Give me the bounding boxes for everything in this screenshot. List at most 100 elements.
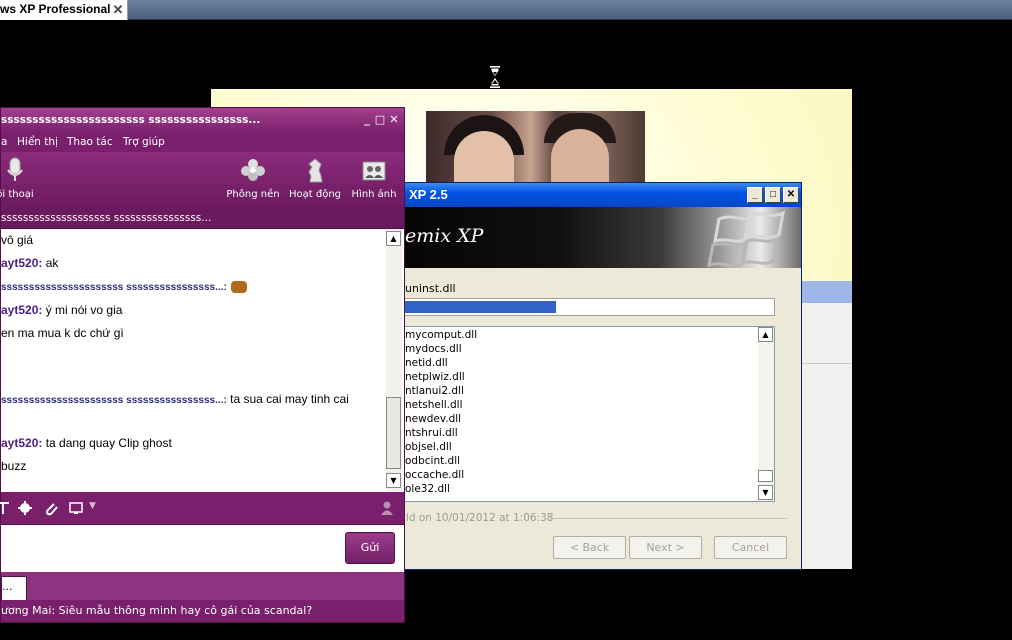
- menu-actions[interactable]: Thao tác: [67, 132, 113, 152]
- chat-text: ak: [42, 256, 59, 270]
- format-toolbar: ▼: [0, 492, 404, 524]
- conversation-header: ssssssssssssssssssss ssssssssssssssss...: [1, 208, 404, 228]
- emoticon-icon: [230, 280, 247, 293]
- messenger-titlebar[interactable]: sssssssssssssssssssssss ssssssssssssssss…: [1, 108, 404, 132]
- photos-button[interactable]: Hình ảnh: [346, 152, 402, 208]
- file-list[interactable]: mycomput.dll mydocs.dll netid.dll netplwiz.…: [403, 326, 775, 502]
- chat-message: ayt520: ý mi nói vo gia: [1, 303, 122, 317]
- file-list-scrollbar[interactable]: ▲ ▼: [758, 327, 774, 501]
- divider: [547, 518, 787, 519]
- voice-call-button[interactable]: ội thoại: [0, 152, 43, 208]
- chat-message: ssssssssssssssssssssss ssssssssssssssss.…: [1, 279, 247, 293]
- buzz-icon[interactable]: [17, 500, 33, 516]
- scroll-thumb[interactable]: [386, 397, 401, 469]
- flower-icon: [241, 159, 265, 181]
- contact-icon[interactable]: [379, 500, 395, 516]
- menu-item[interactable]: a: [1, 132, 7, 152]
- minimize-icon[interactable]: _: [361, 114, 373, 126]
- background-panel: [801, 303, 852, 569]
- chat-nickname: ayt520:: [1, 436, 43, 450]
- chat-message: buzz: [1, 459, 26, 473]
- chat-text: ý mi nói vo gia: [42, 303, 123, 317]
- file-list-item: netplwiz.dll: [405, 371, 465, 383]
- scroll-up-icon[interactable]: ▲: [758, 327, 773, 342]
- hourglass-icon: [490, 66, 500, 88]
- windows-logo-icon: [707, 210, 786, 267]
- chat-nickname: ssssssssssssssssssssss ssssssssssssssss.…: [1, 282, 227, 293]
- scroll-up-icon[interactable]: ▲: [386, 231, 401, 246]
- scroll-down-icon[interactable]: ▼: [758, 485, 773, 500]
- build-info: ild on 10/01/2012 at 1:06:38: [403, 512, 554, 524]
- vm-tab[interactable]: ws XP Professional ✕: [0, 0, 128, 20]
- maximize-icon[interactable]: □: [765, 187, 781, 203]
- chat-message: vô giá: [1, 233, 33, 247]
- send-button[interactable]: Gửi: [345, 532, 395, 564]
- menu-bar: a Hiển thị Thao tác Trợ giúp: [1, 132, 404, 152]
- menu-view[interactable]: Hiển thị: [17, 132, 58, 152]
- messenger-window: sssssssssssssssssssssss ssssssssssssssss…: [0, 107, 405, 623]
- photos-label: Hình ảnh: [351, 189, 397, 200]
- chat-text: en ma mua k dc chứ gì: [1, 326, 124, 340]
- background-bluebar: [801, 281, 852, 303]
- file-list-item: occache.dll: [405, 469, 465, 481]
- message-input[interactable]: Gửi: [1, 524, 404, 572]
- conversation-tabs: ...: [1, 572, 404, 600]
- wallpaper-label: Phông nền: [226, 189, 280, 200]
- file-list-item: ole32.dll: [405, 483, 450, 495]
- chat-text: buzz: [1, 459, 27, 473]
- conversation-tab[interactable]: ...: [1, 576, 27, 600]
- chat-scrollbar[interactable]: ▲ ▼: [386, 229, 402, 491]
- activities-button[interactable]: Hoạt động: [287, 152, 343, 208]
- installer-dialog: : XP 2.5 _ □ ✕ emix XP uninst.dll mycomp…: [398, 182, 802, 570]
- file-list-item: odbcint.dll: [405, 455, 461, 467]
- microphone-icon: [7, 157, 23, 181]
- chat-text: vô giá: [1, 233, 34, 247]
- scroll-down-icon[interactable]: ▼: [386, 473, 401, 488]
- chat-text: ta sua cai may tinh cai: [226, 392, 349, 406]
- activities-label: Hoạt động: [288, 189, 342, 200]
- maximize-icon[interactable]: □: [374, 114, 386, 126]
- chess-knight-icon: [308, 158, 323, 183]
- file-list-item: mycomput.dll: [405, 329, 478, 341]
- file-list-item: netid.dll: [405, 357, 448, 369]
- installer-titlebar[interactable]: : XP 2.5 _ □ ✕: [399, 183, 801, 207]
- file-list-item: mydocs.dll: [405, 343, 462, 355]
- close-icon[interactable]: ✕: [110, 2, 126, 18]
- file-list-item: ntlanui2.dll: [405, 385, 464, 397]
- current-file-label: uninst.dll: [405, 282, 456, 295]
- installer-title: : XP 2.5: [401, 187, 448, 202]
- attach-icon[interactable]: [43, 500, 59, 516]
- chevron-down-icon[interactable]: ▼: [89, 501, 96, 511]
- photo-icon: [362, 161, 386, 181]
- news-ticker[interactable]: ương Mai: Siêu mẫu thông minh hay cô gái…: [1, 600, 404, 622]
- voice-call-label: ội thoại: [0, 189, 34, 200]
- cancel-button[interactable]: Cancel: [714, 536, 787, 559]
- back-button[interactable]: < Back: [553, 536, 626, 559]
- chat-message: ayt520: ta dang quay Clip ghost: [1, 436, 172, 450]
- minimize-icon[interactable]: _: [747, 187, 763, 203]
- chat-history[interactable]: vô giá ayt520: ak ssssssssssssssssssssss s…: [1, 228, 404, 492]
- file-list-item: netshell.dll: [405, 399, 463, 411]
- chat-message: ayt520: ak: [1, 256, 58, 270]
- installer-banner: emix XP: [399, 207, 801, 268]
- close-icon[interactable]: ✕: [388, 114, 400, 126]
- progress-fill: [405, 301, 556, 313]
- chat-nickname: ssssssssssssssssssssss ssssssssssssssss.…: [1, 395, 227, 406]
- file-list-item: objsel.dll: [405, 441, 452, 453]
- share-screen-icon[interactable]: [69, 500, 85, 516]
- chat-nickname: ayt520:: [1, 256, 43, 270]
- close-icon[interactable]: ✕: [783, 187, 799, 203]
- wallpaper-button[interactable]: Phông nền: [225, 152, 281, 208]
- messenger-title: sssssssssssssssssssssss ssssssssssssssss…: [1, 114, 261, 126]
- chat-text: ta dang quay Clip ghost: [42, 436, 172, 450]
- progress-bar: [403, 298, 775, 316]
- vm-tab-title: ws XP Professional: [0, 2, 111, 16]
- menu-help[interactable]: Trợ giúp: [123, 132, 165, 152]
- vm-tab-bar: ws XP Professional ✕: [0, 0, 1012, 20]
- chat-message: ssssssssssssssssssssss ssssssssssssssss.…: [1, 392, 349, 406]
- scroll-thumb[interactable]: [758, 470, 773, 482]
- chat-message: en ma mua k dc chứ gì: [1, 326, 124, 340]
- file-list-item: newdev.dll: [405, 413, 462, 425]
- next-button[interactable]: Next >: [629, 536, 702, 559]
- text-format-icon[interactable]: [0, 500, 11, 516]
